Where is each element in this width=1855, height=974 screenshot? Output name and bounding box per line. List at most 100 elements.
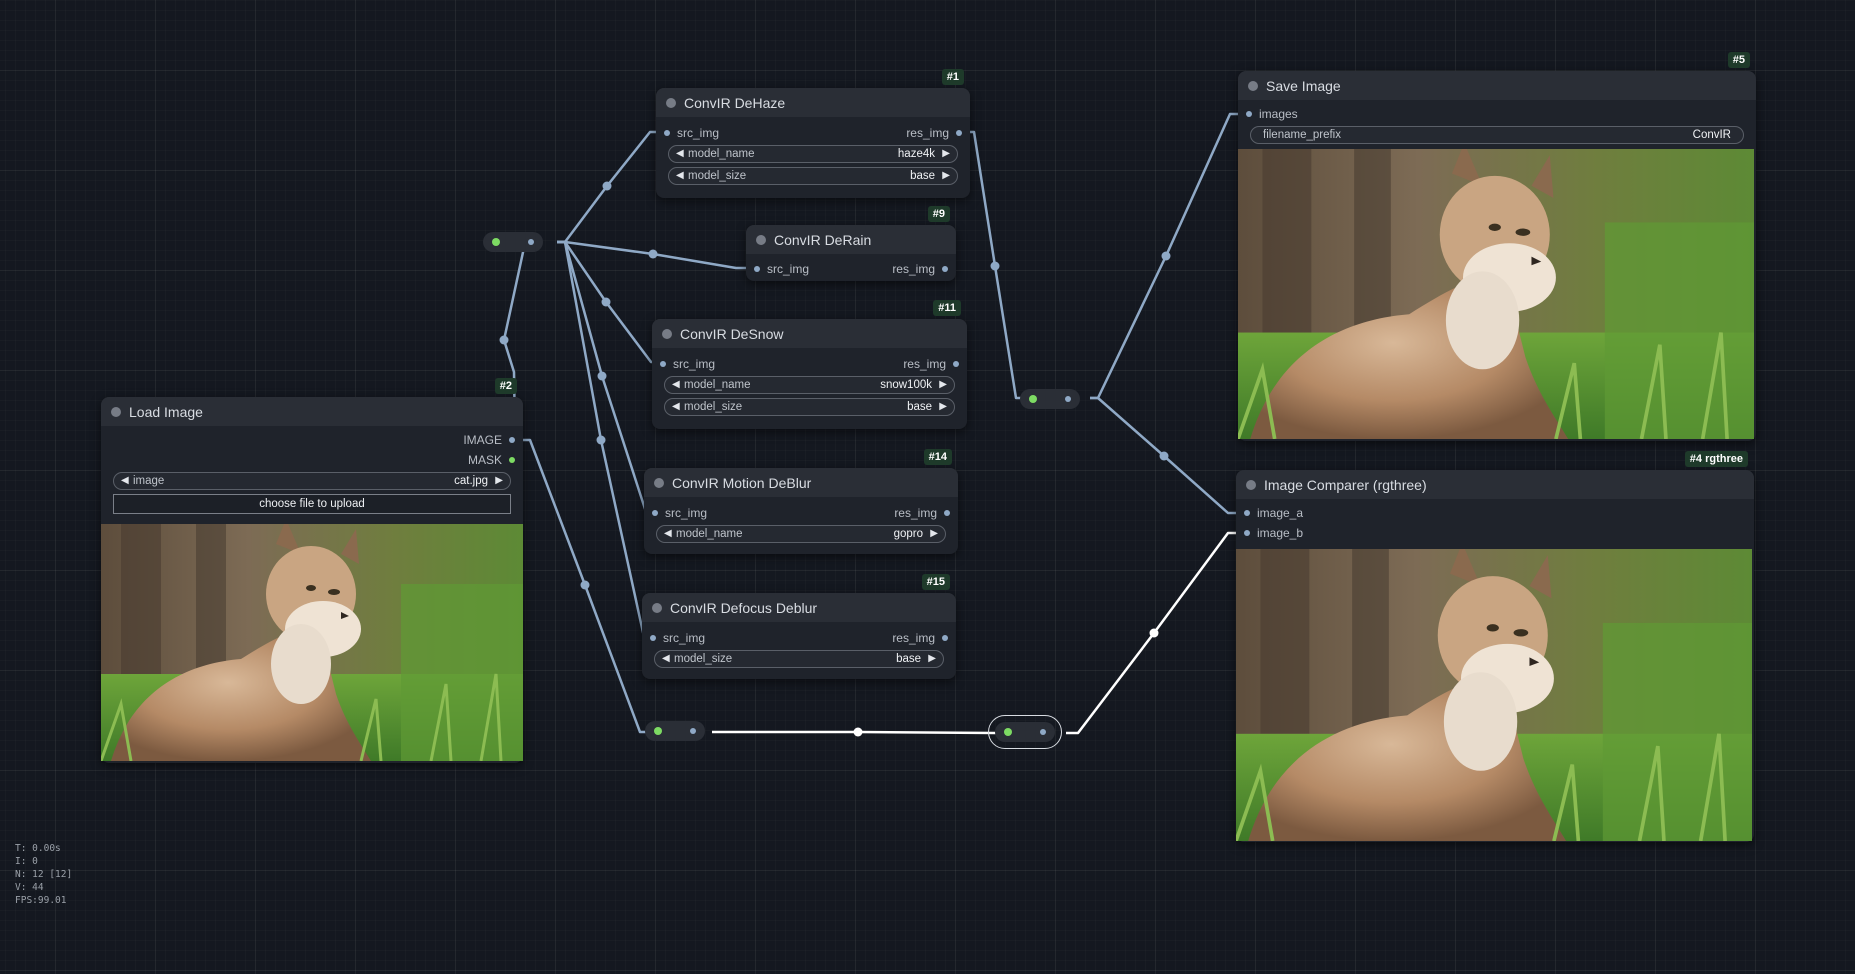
increment-arrow-icon[interactable]: ▶ — [942, 146, 950, 162]
input-slot-src-img[interactable]: src_img — [660, 357, 715, 371]
combo-image[interactable]: ◀ image cat.jpg ▶ — [113, 472, 511, 490]
collapse-dot-icon[interactable] — [756, 235, 766, 245]
increment-arrow-icon[interactable]: ▶ — [939, 399, 947, 415]
stat-nodes: N: 12 [12] — [15, 869, 73, 880]
node-title-bar[interactable]: ConvIR Defocus Deblur — [642, 593, 956, 622]
output-dot-icon[interactable] — [956, 130, 962, 136]
input-slot-src-img[interactable]: src_img — [754, 262, 809, 276]
collapse-dot-icon[interactable] — [111, 407, 121, 417]
reroute-output-dot[interactable] — [1040, 729, 1046, 735]
collapse-dot-icon[interactable] — [654, 478, 664, 488]
node-title-bar[interactable]: Load Image — [101, 397, 523, 426]
reroute-input-dot[interactable] — [492, 238, 500, 246]
input-dot-icon[interactable] — [652, 510, 658, 516]
input-slot-images[interactable]: images — [1246, 107, 1298, 121]
link-midpoint-dot — [601, 297, 611, 307]
node-save-image[interactable]: #5 Save Image images filename_prefix Con… — [1238, 52, 1756, 441]
output-dot-icon[interactable] — [509, 437, 515, 443]
collapse-dot-icon[interactable] — [1248, 81, 1258, 91]
reroute-node-c[interactable] — [645, 721, 705, 741]
increment-arrow-icon[interactable]: ▶ — [495, 473, 503, 489]
increment-arrow-icon[interactable]: ▶ — [942, 168, 950, 184]
node-load-image[interactable]: #2 Load Image IMAGE MASK ◀ image cat.jpg… — [101, 378, 523, 763]
output-slot-res-img[interactable]: res_img — [892, 262, 948, 276]
node-id-badge: #4 rgthree — [1684, 451, 1748, 467]
output-slot-res-img[interactable]: res_img — [903, 357, 959, 371]
input-dot-icon[interactable] — [650, 635, 656, 641]
reroute-output-dot[interactable] — [690, 728, 696, 734]
input-slot-image-a[interactable]: image_a — [1244, 506, 1303, 520]
decrement-arrow-icon[interactable]: ◀ — [662, 651, 670, 667]
node-title-bar[interactable]: ConvIR DeRain — [746, 225, 956, 254]
output-dot-icon[interactable] — [942, 266, 948, 272]
increment-arrow-icon[interactable]: ▶ — [930, 526, 938, 542]
combo-model-name[interactable]: ◀ model_name snow100k ▶ — [664, 376, 955, 394]
combo-model-size[interactable]: ◀ model_size base ▶ — [664, 398, 955, 416]
decrement-arrow-icon[interactable]: ◀ — [664, 526, 672, 542]
reroute-input-dot[interactable] — [1029, 395, 1037, 403]
collapse-dot-icon[interactable] — [662, 329, 672, 339]
increment-arrow-icon[interactable]: ▶ — [939, 377, 947, 393]
output-slot-mask[interactable]: MASK — [468, 453, 515, 467]
output-dot-icon[interactable] — [942, 635, 948, 641]
node-title-bar[interactable]: Save Image — [1238, 71, 1756, 100]
node-title: Save Image — [1266, 77, 1341, 94]
reroute-output-dot[interactable] — [1065, 396, 1071, 402]
increment-arrow-icon[interactable]: ▶ — [928, 651, 936, 667]
output-slot-res-img[interactable]: res_img — [906, 126, 962, 140]
collapse-dot-icon[interactable] — [666, 98, 676, 108]
node-image-comparer[interactable]: #4 rgthree Image Comparer (rgthree) imag… — [1236, 451, 1754, 842]
input-slot-image-b[interactable]: image_b — [1244, 526, 1303, 540]
output-slot-image[interactable]: IMAGE — [463, 433, 515, 447]
node-title-bar[interactable]: Image Comparer (rgthree) — [1236, 470, 1754, 499]
input-dot-icon[interactable] — [1246, 111, 1252, 117]
decrement-arrow-icon[interactable]: ◀ — [676, 168, 684, 184]
reroute-node-a[interactable] — [483, 232, 543, 252]
collapse-dot-icon[interactable] — [1246, 480, 1256, 490]
input-slot-src-img[interactable]: src_img — [652, 506, 707, 520]
canvas-stats: T: 0.00s I: 0 N: 12 [12] V: 44 FPS:99.01 — [15, 842, 72, 907]
decrement-arrow-icon[interactable]: ◀ — [672, 377, 680, 393]
output-slot-res-img[interactable]: res_img — [892, 631, 948, 645]
node-convir-desnow[interactable]: #11 ConvIR DeSnow src_img res_img ◀ mode… — [652, 300, 967, 429]
decrement-arrow-icon[interactable]: ◀ — [672, 399, 680, 415]
node-title: Image Comparer (rgthree) — [1264, 476, 1427, 493]
combo-model-size[interactable]: ◀ model_size base ▶ — [668, 167, 958, 185]
input-dot-icon[interactable] — [1244, 510, 1250, 516]
input-dot-icon[interactable] — [1244, 530, 1250, 536]
node-convir-dehaze[interactable]: #1 ConvIR DeHaze src_img res_img ◀ model… — [656, 69, 970, 198]
reroute-input-dot[interactable] — [1004, 728, 1012, 736]
collapse-dot-icon[interactable] — [652, 603, 662, 613]
upload-button[interactable]: choose file to upload — [113, 494, 511, 514]
combo-model-name[interactable]: ◀ model_name haze4k ▶ — [668, 145, 958, 163]
link-midpoint-dot — [597, 371, 607, 381]
node-convir-motion-deblur[interactable]: #14 ConvIR Motion DeBlur src_img res_img… — [644, 449, 958, 554]
reroute-node-b[interactable] — [1020, 389, 1080, 409]
node-title-bar[interactable]: ConvIR DeSnow — [652, 319, 967, 348]
node-title-bar[interactable]: ConvIR Motion DeBlur — [644, 468, 958, 497]
image-comparer-preview[interactable] — [1236, 549, 1752, 841]
input-dot-icon[interactable] — [754, 266, 760, 272]
decrement-arrow-icon[interactable]: ◀ — [676, 146, 684, 162]
output-dot-icon[interactable] — [953, 361, 959, 367]
decrement-arrow-icon[interactable]: ◀ — [121, 473, 129, 489]
image-preview — [1238, 149, 1754, 439]
input-dot-icon[interactable] — [664, 130, 670, 136]
output-dot-icon[interactable] — [944, 510, 950, 516]
input-dot-icon[interactable] — [660, 361, 666, 367]
reroute-node-d[interactable] — [988, 715, 1062, 749]
reroute-output-dot[interactable] — [528, 239, 534, 245]
output-slot-res-img[interactable]: res_img — [894, 506, 950, 520]
link-midpoint-dot — [1161, 251, 1171, 261]
node-convir-derain[interactable]: #9 ConvIR DeRain src_img res_img — [746, 206, 956, 281]
reroute-input-dot[interactable] — [654, 727, 662, 735]
input-slot-src-img[interactable]: src_img — [664, 126, 719, 140]
node-title: Load Image — [129, 403, 203, 420]
node-convir-defocus-deblur[interactable]: #15 ConvIR Defocus Deblur src_img res_im… — [642, 574, 956, 679]
node-title-bar[interactable]: ConvIR DeHaze — [656, 88, 970, 117]
input-slot-src-img[interactable]: src_img — [650, 631, 705, 645]
combo-model-name[interactable]: ◀ model_name gopro ▶ — [656, 525, 946, 543]
combo-model-size[interactable]: ◀ model_size base ▶ — [654, 650, 944, 668]
filename-prefix-field[interactable]: filename_prefix ConvIR — [1250, 126, 1744, 144]
output-dot-icon[interactable] — [509, 457, 515, 463]
